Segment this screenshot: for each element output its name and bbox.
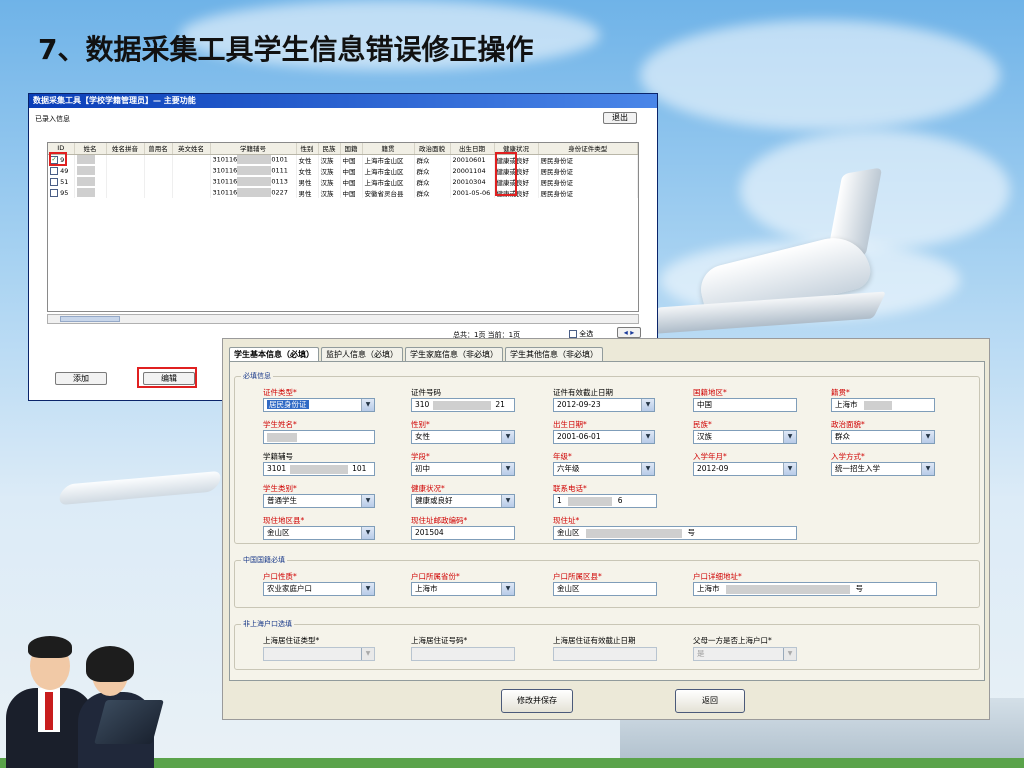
column-header[interactable]: 姓名 (74, 143, 107, 155)
gender-select[interactable]: 女性 ▼ (411, 430, 515, 444)
table-row[interactable]: ✓ 9 310116 0101 女性 汉族 中国 上海市金山区 群众 200106… (48, 154, 638, 165)
column-header[interactable]: 姓名拼音 (106, 143, 145, 155)
save-button[interactable]: 修改并保存 (501, 689, 573, 713)
redacted-number (237, 177, 272, 186)
checkbox-highlight (49, 152, 67, 166)
page-arrows[interactable]: ◂ ▸ (617, 327, 641, 338)
nationality-field[interactable]: 中国 (693, 398, 797, 412)
address-field[interactable]: 金山区号 (553, 526, 797, 540)
redacted-name (76, 155, 95, 165)
redacted-name (76, 166, 95, 175)
edit-button-highlight (137, 367, 197, 388)
district-select[interactable]: 金山区 ▼ (263, 526, 375, 540)
hukou-province-select[interactable]: 上海市 ▼ (411, 582, 515, 596)
exit-button[interactable]: 退出 (603, 112, 637, 124)
tab-guardian-info[interactable]: 监护人信息（必填） (321, 347, 403, 361)
row-checkbox[interactable] (50, 166, 58, 175)
column-header[interactable]: 籍贯 (362, 143, 415, 155)
political-select[interactable]: 群众 ▼ (831, 430, 935, 444)
column-header[interactable]: 曾用名 (144, 143, 173, 155)
id-expiry-picker[interactable]: 2012-09-23 ▼ (553, 398, 655, 412)
birthdate-highlight (495, 152, 517, 196)
health-select[interactable]: 健康或良好 ▼ (411, 494, 515, 508)
row-checkbox[interactable] (50, 188, 58, 197)
permit-expiry-field[interactable] (553, 647, 657, 661)
grade-select[interactable]: 六年级 ▼ (553, 462, 655, 476)
parent-local-select[interactable]: 是 ▼ (693, 647, 797, 661)
enroll-date-select[interactable]: 2012-09 ▼ (693, 462, 797, 476)
domestic-group: 中国国籍必填 户口性质* 农业家庭户口 ▼ 户口所属省份* 上海市 ▼ 户口所属区县… (234, 555, 980, 608)
id-type-select[interactable]: 居民身份证 ▼ (263, 398, 375, 412)
basic-info-panel: 必填信息 证件类型* 居民身份证 ▼ 证件号码 310 21 证件有效截止日期 20… (229, 361, 985, 681)
add-button[interactable]: 添加 (55, 372, 107, 385)
table-row[interactable]: 51 310116 0113 男性 汉族 中国 上海市金山区 群众 2001030… (48, 176, 638, 187)
column-header[interactable]: 国籍 (340, 143, 363, 155)
tab-basic-info[interactable]: 学生基本信息（必填） (229, 347, 319, 361)
table-row[interactable]: 49 310116 0111 女性 汉族 中国 上海市金山区 群众 2000110… (48, 165, 638, 176)
student-category-select[interactable]: 普通学生 ▼ (263, 494, 375, 508)
postcode-field[interactable]: 201504 (411, 526, 515, 540)
airplane-decoration-small (56, 470, 224, 506)
table-row[interactable]: 95 310116 0227 男性 汉族 中国 安徽省灵台县 群众 2001-05… (48, 187, 638, 198)
column-header[interactable]: 英文姓名 (172, 143, 211, 155)
table-header: ID 姓名 姓名拼音 曾用名 英文姓名 学籍辅号 性别 民族 国籍 籍贯 政治面… (48, 143, 638, 155)
redacted-name (76, 188, 95, 197)
hukou-address-field[interactable]: 上海市号 (693, 582, 937, 596)
birth-cell: 20001104 (450, 165, 495, 176)
required-group: 必填信息 证件类型* 居民身份证 ▼ 证件号码 310 21 证件有效截止日期 20… (234, 371, 980, 544)
hukou-type-select[interactable]: 农业家庭户口 ▼ (263, 582, 375, 596)
redacted-name (76, 177, 95, 186)
column-header[interactable]: 学籍辅号 (210, 143, 297, 155)
horizontal-scrollbar[interactable] (47, 314, 639, 324)
school-stage-select[interactable]: 初中 ▼ (411, 462, 515, 476)
column-header[interactable]: 民族 (318, 143, 341, 155)
laptop-illustration (94, 700, 164, 744)
birth-date-picker[interactable]: 2001-06-01 ▼ (553, 430, 655, 444)
id-number-field[interactable]: 310 21 (411, 398, 515, 412)
column-header[interactable]: 出生日期 (450, 143, 495, 155)
permit-number-field[interactable] (411, 647, 515, 661)
window-title: 数据采集工具【学校学籍管理员】— 主要功能 (29, 94, 657, 108)
enroll-method-select[interactable]: 统一招生入学 ▼ (831, 462, 935, 476)
redacted-number (237, 166, 272, 175)
student-table: ID 姓名 姓名拼音 曾用名 英文姓名 学籍辅号 性别 民族 国籍 籍贯 政治面… (47, 142, 639, 312)
back-button[interactable]: 返回 (675, 689, 745, 713)
student-number-field[interactable]: 3101 101 (263, 462, 375, 476)
hukou-district-field[interactable]: 金山区 (553, 582, 657, 596)
cloud-decoration (640, 20, 1000, 130)
redacted-number (237, 188, 272, 197)
birth-cell: 20010601 (450, 154, 495, 165)
non-local-group: 非上海户口选填 上海居住证类型* ▼ 上海居住证号码* 上海居住证有效截止日期 … (234, 619, 980, 670)
phone-field[interactable]: 16 (553, 494, 657, 508)
ethnic-select[interactable]: 汉族 ▼ (693, 430, 797, 444)
permit-type-select[interactable]: ▼ (263, 647, 375, 661)
tab-family-info[interactable]: 学生家庭信息（非必填） (405, 347, 503, 361)
column-header[interactable]: 政治面貌 (414, 143, 451, 155)
redacted-number (237, 155, 272, 165)
column-header[interactable]: 身份证件类型 (538, 143, 638, 155)
column-header[interactable]: 性别 (296, 143, 319, 155)
native-place-field[interactable]: 上海市 (831, 398, 935, 412)
student-edit-window: 学生基本信息（必填） 监护人信息（必填） 学生家庭信息（非必填） 学生其他信息（… (222, 338, 990, 720)
tab-bar: 学生基本信息（必填） 监护人信息（必填） 学生家庭信息（非必填） 学生其他信息（… (229, 347, 605, 361)
slide-title: 7、数据采集工具学生信息错误修正操作 (38, 33, 534, 66)
tab-other-info[interactable]: 学生其他信息（非必填） (505, 347, 603, 361)
birth-cell: 2001-05-06 (450, 187, 495, 198)
birth-cell: 20010304 (450, 176, 495, 187)
student-name-field[interactable] (263, 430, 375, 444)
section-label: 已录入信息 (35, 115, 70, 123)
row-checkbox[interactable] (50, 177, 58, 186)
